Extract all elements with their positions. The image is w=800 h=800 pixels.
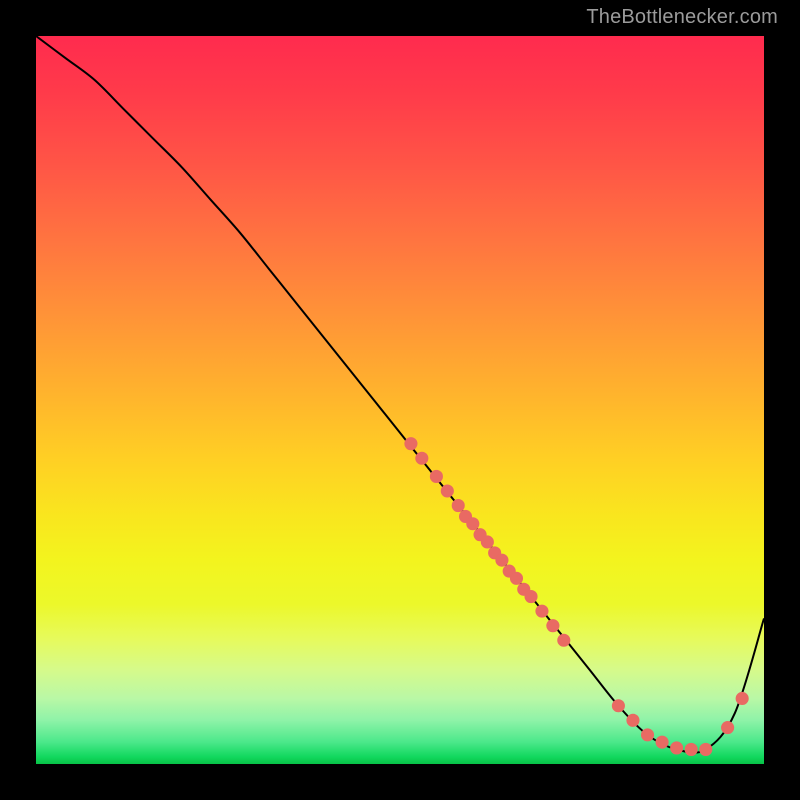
data-marker (736, 692, 749, 705)
data-marker (685, 743, 698, 756)
data-marker (641, 728, 654, 741)
data-marker (404, 437, 417, 450)
data-marker (699, 743, 712, 756)
data-marker (546, 619, 559, 632)
chart-svg (36, 36, 764, 764)
data-marker (612, 699, 625, 712)
data-marker (524, 590, 537, 603)
data-marker (481, 535, 494, 548)
data-marker (510, 572, 523, 585)
attribution-text: TheBottlenecker.com (586, 6, 778, 29)
data-marker (466, 517, 479, 530)
marker-series (404, 437, 748, 756)
curve-path (36, 36, 764, 753)
data-marker (656, 736, 669, 749)
data-marker (535, 605, 548, 618)
plot-area (36, 36, 764, 764)
data-marker (430, 470, 443, 483)
data-marker (415, 452, 428, 465)
chart-container: TheBottlenecker.com (0, 0, 800, 800)
line-series (36, 36, 764, 753)
data-marker (441, 484, 454, 497)
data-marker (452, 499, 465, 512)
data-marker (495, 554, 508, 567)
data-marker (670, 741, 683, 754)
data-marker (721, 721, 734, 734)
data-marker (626, 714, 639, 727)
data-marker (557, 634, 570, 647)
